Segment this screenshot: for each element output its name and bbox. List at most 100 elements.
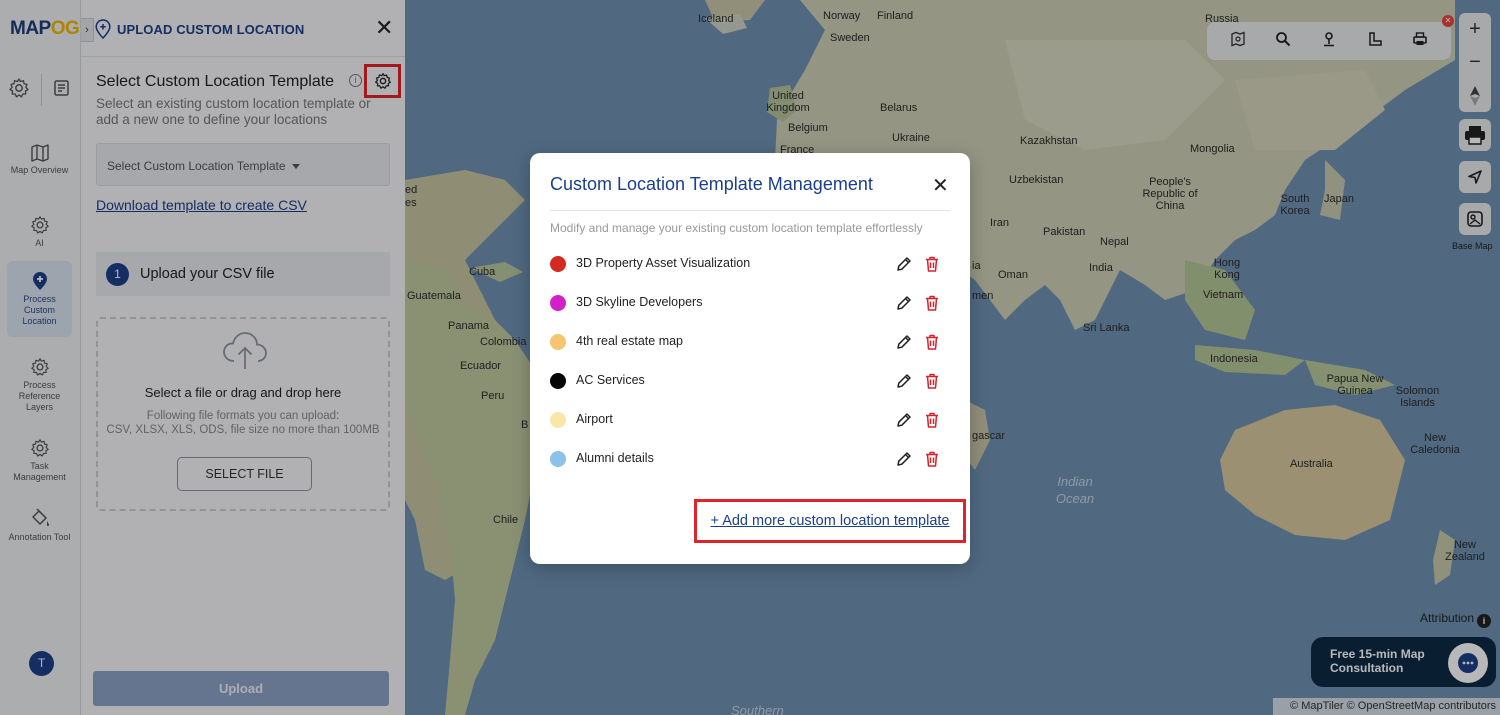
template-row: Alumni details <box>550 443 950 482</box>
map-label-madagascar: gascar <box>972 430 1006 442</box>
upload-step: 1 Upload your CSV file <box>96 252 390 296</box>
download-template-link[interactable]: Download template to create CSV <box>96 197 307 213</box>
map-print-button[interactable] <box>1459 119 1491 151</box>
rail-item-process-custom-location[interactable]: Process Custom Location <box>7 261 72 337</box>
map-label-vietnam: Vietnam <box>1203 289 1244 301</box>
close-panel-button[interactable]: ✕ <box>375 17 393 39</box>
template-color-dot <box>550 373 566 389</box>
map-label-nepal: Nepal <box>1100 236 1129 248</box>
navigation-arrow-icon <box>1468 170 1482 184</box>
chat-button[interactable] <box>1448 643 1488 683</box>
left-rail: MAPOG Map Overview AI Process Custom Loc… <box>0 0 81 715</box>
delete-trash-icon[interactable] <box>923 411 941 434</box>
map-label-chile: Chile <box>493 514 519 526</box>
template-management-modal: Custom Location Template Management ✕ Mo… <box>530 153 970 564</box>
delete-trash-icon[interactable] <box>923 294 941 317</box>
template-select[interactable]: Select Custom Location Template <box>96 143 390 186</box>
location-pin-icon[interactable] <box>1321 31 1337 52</box>
edit-pencil-icon[interactable] <box>895 294 913 317</box>
map-label-pakistan: Pakistan <box>1043 226 1086 238</box>
map-label-edge-1: ed <box>405 184 418 196</box>
map-label-new-zealand: New Zealand <box>1445 539 1485 563</box>
map-label-ecuador: Ecuador <box>460 360 501 372</box>
delete-trash-icon[interactable] <box>923 372 941 395</box>
map-label-belgium: Belgium <box>788 122 828 134</box>
step-label: Upload your CSV file <box>140 266 275 282</box>
map-layers-icon[interactable] <box>1230 31 1246 52</box>
map-label-sri-lanka: Sri Lanka <box>1083 322 1130 334</box>
map-toolbar <box>1207 22 1451 60</box>
app-logo[interactable]: MAPOG <box>10 18 80 40</box>
zoom-controls: + − <box>1459 13 1491 112</box>
template-settings-button[interactable] <box>364 64 401 98</box>
delete-trash-icon[interactable] <box>923 255 941 278</box>
zoom-in-button[interactable]: + <box>1459 13 1491 46</box>
toolbar-close-icon[interactable]: ✕ <box>1442 15 1454 27</box>
edit-pencil-icon[interactable] <box>895 411 913 434</box>
map-label-ukraine: Ukraine <box>892 132 930 144</box>
map-label-indian-ocean: Indian Ocean <box>1055 474 1095 506</box>
rail-item-process-reference-layers[interactable]: Process Reference Layers <box>7 357 72 413</box>
template-color-dot <box>550 451 566 467</box>
attribution-toggle[interactable]: Attribution i <box>1420 611 1492 628</box>
map-label-norway: Norway <box>823 10 861 22</box>
settings-icon[interactable] <box>8 77 30 104</box>
rail-item-label: AI <box>35 238 44 248</box>
layers-gear-icon <box>30 358 49 376</box>
base-map-button[interactable] <box>1459 203 1491 235</box>
template-row: Airport <box>550 404 950 443</box>
zoom-out-button[interactable]: − <box>1459 46 1491 79</box>
search-icon[interactable] <box>1275 31 1291 52</box>
select-file-button[interactable]: SELECT FILE <box>177 457 312 491</box>
edit-pencil-icon[interactable] <box>895 372 913 395</box>
rail-item-label: Process Custom Location <box>22 294 57 326</box>
map-label-sweden: Sweden <box>830 32 870 44</box>
edit-pencil-icon[interactable] <box>895 450 913 473</box>
template-row: 3D Property Asset Visualization <box>550 248 950 287</box>
info-icon[interactable]: i <box>349 74 362 87</box>
map-label-china: People's Republic of China <box>1142 176 1198 212</box>
map-label-australia: Australia <box>1290 458 1333 470</box>
delete-trash-icon[interactable] <box>923 333 941 356</box>
template-name: Alumni details <box>576 451 654 465</box>
template-row: AC Services <box>550 365 950 404</box>
template-name: 3D Skyline Developers <box>576 295 703 309</box>
base-map-icon <box>1467 211 1483 227</box>
map-icon <box>30 144 49 162</box>
template-name: 3D Property Asset Visualization <box>576 256 751 270</box>
ai-gear-icon <box>30 216 49 234</box>
edit-pencil-icon[interactable] <box>895 255 913 278</box>
upload-button[interactable]: Upload <box>93 671 389 706</box>
rail-separator <box>40 74 42 106</box>
rail-item-annotation-tool[interactable]: Annotation Tool <box>7 507 72 543</box>
notes-icon[interactable] <box>52 78 72 103</box>
map-label-uk: United Kingdom <box>766 90 810 114</box>
template-name: AC Services <box>576 373 645 387</box>
section-title: Select Custom Location Template <box>96 73 335 90</box>
rail-item-ai[interactable]: AI <box>7 215 72 249</box>
file-dropzone[interactable]: Select a file or drag and drop here Foll… <box>96 317 390 511</box>
rail-item-map-overview[interactable]: Map Overview <box>7 144 72 176</box>
cloud-upload-icon <box>222 331 268 376</box>
gear-icon <box>374 73 391 89</box>
rail-item-task-management[interactable]: Task Management <box>7 438 72 483</box>
compass-button[interactable] <box>1459 79 1491 112</box>
user-avatar[interactable]: T <box>29 651 54 676</box>
rail-item-label: Task Management <box>13 461 66 482</box>
map-label-solomon-islands: Solomon Islands <box>1395 385 1440 409</box>
collapse-panel-button[interactable]: › <box>81 18 94 42</box>
paint-bucket-icon <box>31 508 49 527</box>
delete-trash-icon[interactable] <box>923 450 941 473</box>
template-list: 3D Property Asset Visualization 3D Skylin… <box>550 248 950 482</box>
edit-pencil-icon[interactable] <box>895 333 913 356</box>
consultation-widget[interactable]: Free 15-min Map Consultation <box>1311 637 1496 687</box>
navigate-button[interactable] <box>1459 161 1491 193</box>
map-label-belarus: Belarus <box>880 102 918 114</box>
template-color-dot <box>550 334 566 350</box>
map-label-southern: Southern <box>731 703 784 715</box>
map-label-yemen: men <box>972 290 994 302</box>
print-icon[interactable] <box>1412 31 1428 52</box>
close-modal-button[interactable]: ✕ <box>932 173 949 198</box>
measure-icon[interactable] <box>1367 31 1383 52</box>
add-template-link[interactable]: + Add more custom location template <box>694 499 966 543</box>
